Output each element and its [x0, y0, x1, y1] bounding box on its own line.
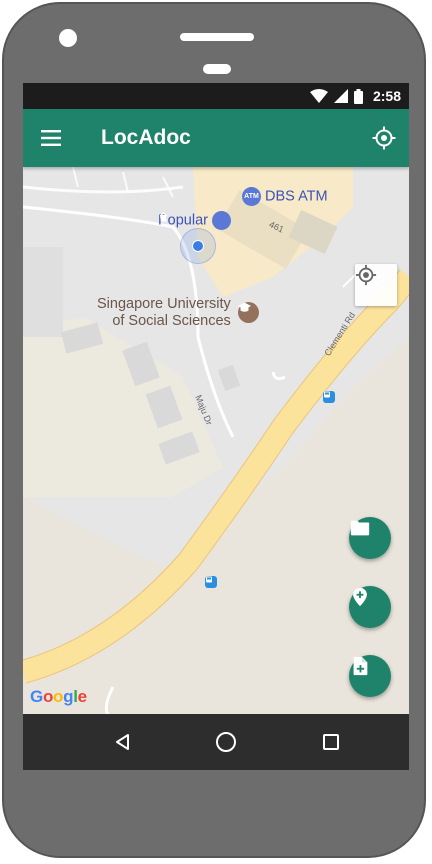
app-toolbar: LocAdoc — [23, 109, 409, 167]
google-logo-letter: g — [63, 687, 74, 706]
folder-icon — [350, 520, 370, 536]
google-logo-letter: o — [42, 687, 54, 706]
status-bar: 2:58 — [23, 83, 409, 109]
recents-square-icon — [323, 734, 339, 750]
poi-suss-label-line1: Singapore University — [97, 296, 231, 312]
recents-button[interactable] — [319, 730, 343, 754]
open-folder-fab[interactable] — [349, 517, 391, 559]
atm-badge-text: ATM — [244, 193, 259, 200]
google-attribution: Google — [30, 687, 87, 707]
current-location-dot — [192, 240, 204, 252]
earpiece-speaker — [180, 33, 254, 41]
status-icons: 2:58 — [309, 83, 401, 109]
add-location-icon — [353, 587, 367, 607]
bus-stop-icon[interactable] — [323, 391, 335, 403]
my-location-icon — [355, 264, 377, 286]
status-time: 2:58 — [372, 88, 401, 104]
proximity-sensor — [203, 64, 231, 74]
phone-frame: 2:58 LocAdoc ATM DBS ATM Popular 461 Sin… — [0, 0, 432, 864]
menu-button[interactable] — [39, 126, 63, 150]
my-location-button[interactable] — [355, 264, 397, 306]
add-location-fab[interactable] — [349, 586, 391, 628]
poi-dbs-atm[interactable]: ATM DBS ATM — [242, 187, 328, 206]
hamburger-menu-icon — [41, 130, 61, 146]
battery-icon — [353, 88, 363, 104]
gps-fixed-icon — [372, 126, 396, 150]
map-background — [23, 167, 409, 714]
app-title: LocAdoc — [101, 126, 191, 149]
home-circle-icon — [216, 732, 236, 752]
add-document-icon — [353, 656, 368, 676]
atm-icon: ATM — [242, 187, 261, 206]
home-button[interactable] — [214, 730, 238, 754]
wifi-icon — [309, 89, 328, 103]
graduation-cap-icon — [238, 302, 259, 323]
back-triangle-icon — [116, 734, 129, 750]
gps-fixed-button[interactable] — [372, 126, 396, 150]
google-logo-letter: e — [77, 687, 87, 706]
google-logo-letter: G — [30, 687, 43, 706]
add-document-fab[interactable] — [349, 655, 391, 697]
screen: 2:58 LocAdoc ATM DBS ATM Popular 461 Sin… — [23, 83, 409, 770]
back-button[interactable] — [111, 730, 135, 754]
bus-stop-icon[interactable] — [205, 576, 217, 588]
cell-signal-icon — [333, 89, 348, 103]
front-camera — [59, 29, 77, 47]
navigation-bar — [23, 714, 409, 770]
google-logo-letter: o — [53, 687, 64, 706]
poi-suss[interactable]: Singapore University of Social Sciences — [97, 296, 231, 330]
map-view[interactable]: ATM DBS ATM Popular 461 Singapore Univer… — [23, 167, 409, 714]
poi-suss-label-line2: of Social Sciences — [112, 313, 231, 329]
shopping-bag-icon — [160, 211, 232, 230]
poi-dbs-atm-label: DBS ATM — [265, 188, 328, 205]
poi-popular[interactable]: Popular — [158, 211, 232, 230]
